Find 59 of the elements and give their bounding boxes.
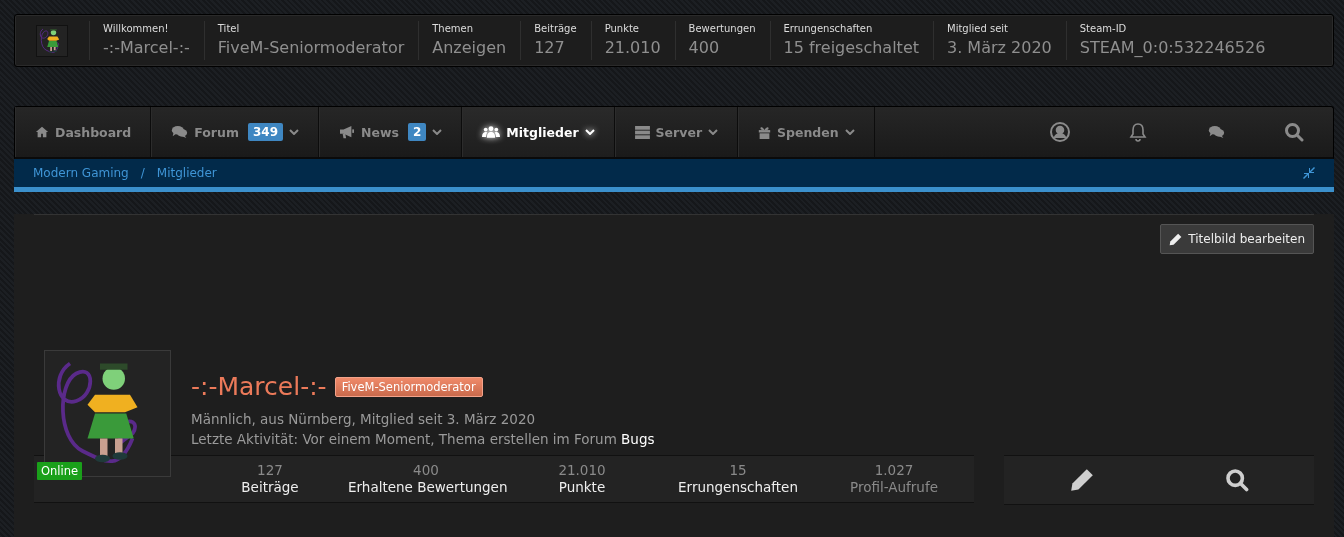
chat-bubbles-icon	[171, 125, 189, 139]
stat-label: Errungenschaften	[677, 479, 799, 495]
stat-value: FiveM-Seniormoderator	[217, 38, 405, 57]
gift-icon	[758, 125, 772, 139]
stat-value: 15 freigeschaltet	[783, 38, 919, 57]
user-name: -:-Marcel-:-	[191, 372, 327, 401]
stat-label: Beiträge	[240, 479, 300, 495]
count-badge: 2	[407, 123, 427, 141]
rank-badge: FiveM-Seniormoderator	[334, 376, 483, 397]
search-icon	[1224, 468, 1249, 492]
nav-tab[interactable]: Spenden	[738, 107, 875, 157]
breadcrumb-link[interactable]: Mitglieder	[156, 166, 217, 180]
stat-value: 21.010	[557, 462, 607, 478]
stat-value: 21.010	[604, 38, 661, 57]
count-badge: 349	[247, 123, 283, 141]
stat-label: Errungenschaften	[783, 23, 874, 34]
megaphone-icon	[339, 125, 355, 139]
nav-tab[interactable]: Server	[614, 107, 739, 157]
stat-value: 127	[534, 38, 566, 57]
last-activity: Letzte Aktivität: Vor einem Moment, Thema erstellen im Forum Bugs	[191, 430, 656, 449]
stat-label: Willkommen!	[103, 23, 170, 34]
bell-icon	[1129, 122, 1147, 142]
edit-cover-button[interactable]: Titelbild bearbeiten	[1160, 224, 1314, 254]
breadcrumb-separator: /	[140, 166, 145, 180]
collapse-icon[interactable]	[1303, 167, 1315, 179]
search-icon	[1284, 122, 1304, 142]
stat-label: Punkte	[557, 479, 607, 495]
stat-label: Beiträge	[534, 23, 577, 34]
stat-value: 15	[728, 462, 748, 478]
stat-value: 1.027	[873, 462, 915, 478]
stat-value: 400	[412, 462, 440, 478]
forum-link[interactable]: Bugs	[621, 431, 655, 447]
stat-value: -:-Marcel-:-	[103, 38, 190, 57]
stat-label: Themen	[432, 23, 475, 34]
online-badge: Online	[37, 462, 83, 480]
breadcrumb-link[interactable]: Modern Gaming	[33, 166, 129, 180]
nav-tab[interactable]: Dashboard	[15, 107, 152, 157]
stat-label: Steam-ID	[1079, 23, 1128, 34]
stat-value: 3. März 2020	[947, 38, 1052, 57]
nav-tab[interactable]: News 2	[319, 107, 463, 157]
stat-value: 400	[688, 38, 721, 57]
stat-value: 127	[256, 462, 284, 478]
nav-tab[interactable]: Mitglieder	[462, 107, 615, 157]
stat-value: Anzeigen	[432, 38, 507, 57]
stat-value: STEAM_0:0:532246526	[1079, 38, 1266, 57]
stat-label: Profil-Aufrufe	[849, 479, 939, 495]
pencil-icon	[1169, 232, 1183, 246]
users-icon	[482, 125, 501, 139]
stat-label: Mitglied seit	[947, 23, 1009, 34]
pencil-icon	[1069, 468, 1094, 492]
stat-label: Bewertungen	[688, 23, 756, 34]
profile-info: Männlich, aus Nürnberg, Mitglied seit 3. März 2020	[191, 410, 537, 429]
nav-tab[interactable]: Forum 349	[151, 107, 319, 157]
stat-label: Punkte	[604, 23, 641, 34]
user-circle-icon	[1050, 122, 1070, 142]
stat-label: Titel	[217, 23, 241, 34]
home-icon	[35, 125, 49, 139]
server-icon	[634, 125, 650, 139]
chat-bubbles-icon	[1207, 125, 1225, 139]
